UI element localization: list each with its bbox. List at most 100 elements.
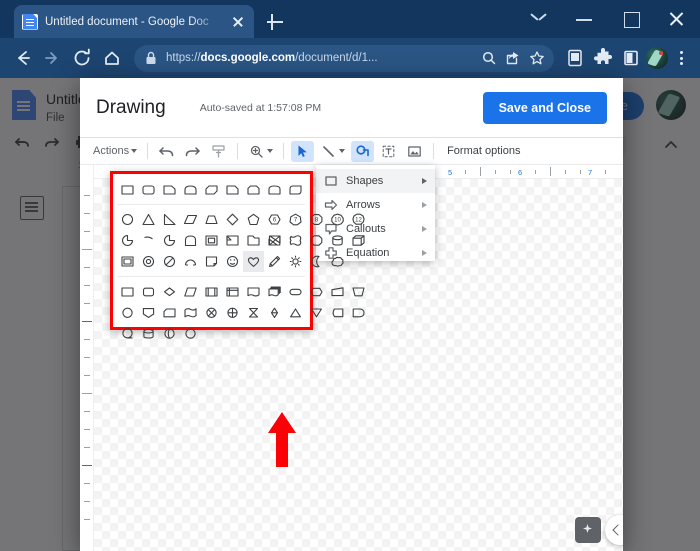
- shape-cube[interactable]: [348, 230, 369, 251]
- lock-icon[interactable]: [142, 49, 160, 67]
- shape-cross[interactable]: [285, 230, 306, 251]
- close-icon[interactable]: [654, 0, 700, 38]
- shape-folded-corner[interactable]: [201, 251, 222, 272]
- shape-flowchart-sort[interactable]: [264, 302, 285, 323]
- shape-rounded-rectangle[interactable]: [138, 179, 159, 200]
- shape-flowchart-document[interactable]: [243, 281, 264, 302]
- shape-pentagon[interactable]: [243, 209, 264, 230]
- shape-heptagon[interactable]: 7: [285, 209, 306, 230]
- explore-button[interactable]: [575, 517, 601, 543]
- shape-chord[interactable]: [138, 230, 159, 251]
- shape-cloud[interactable]: [327, 251, 348, 272]
- shape-snip-diagonal-corner-rectangle[interactable]: [201, 179, 222, 200]
- reload-icon[interactable]: [68, 44, 96, 72]
- forward-arrow-icon[interactable]: [38, 44, 66, 72]
- extensions-puzzle-icon[interactable]: [590, 45, 616, 71]
- shape-flowchart-alternate-process[interactable]: [138, 281, 159, 302]
- format-options-button[interactable]: Format options: [447, 145, 520, 157]
- shape-teardrop[interactable]: [159, 230, 180, 251]
- minimize-icon[interactable]: [562, 0, 608, 38]
- shape-frame[interactable]: [180, 230, 201, 251]
- search-icon[interactable]: [480, 49, 498, 67]
- shape-cylinder[interactable]: [327, 230, 348, 251]
- url-text[interactable]: https://docs.google.com/document/d/1...: [166, 52, 474, 64]
- shape-ellipse[interactable]: [117, 209, 138, 230]
- menu-item-shapes[interactable]: Shapes: [316, 169, 435, 193]
- save-and-close-button[interactable]: Save and Close: [482, 91, 607, 124]
- shape-half-frame[interactable]: [201, 230, 222, 251]
- text-box-tool-button[interactable]: [377, 141, 400, 162]
- chevron-down-icon[interactable]: [516, 0, 562, 38]
- shape-round-single-corner-rectangle[interactable]: [180, 179, 201, 200]
- reading-list-icon[interactable]: [562, 45, 588, 71]
- shape-snip-single-corner-rectangle[interactable]: [159, 179, 180, 200]
- shape-corner[interactable]: [222, 230, 243, 251]
- maximize-icon[interactable]: [608, 0, 654, 38]
- shape-flowchart-punched-tape[interactable]: [180, 302, 201, 323]
- shape-flowchart-or[interactable]: [222, 302, 243, 323]
- shape-right-triangle[interactable]: [159, 209, 180, 230]
- shape-flowchart-process[interactable]: [117, 281, 138, 302]
- shape-sun[interactable]: [285, 251, 306, 272]
- shape-round-same-side-corner-rectangle[interactable]: [264, 179, 285, 200]
- shape-l-shape[interactable]: [243, 230, 264, 251]
- select-tool-button[interactable]: [291, 140, 315, 162]
- shape-triangle[interactable]: [138, 209, 159, 230]
- shape-octagon[interactable]: 8: [306, 209, 327, 230]
- shape-flowchart-predefined-process[interactable]: [201, 281, 222, 302]
- profile-avatar[interactable]: [646, 47, 668, 69]
- actions-menu-button[interactable]: Actions: [90, 141, 140, 162]
- star-icon[interactable]: [528, 49, 546, 67]
- shape-flowchart-data[interactable]: [180, 281, 201, 302]
- shape-flowchart-card[interactable]: [159, 302, 180, 323]
- redo-button[interactable]: [181, 141, 204, 162]
- shape-diagonal-stripe[interactable]: [264, 230, 285, 251]
- shape-decagon[interactable]: 10: [327, 209, 348, 230]
- shape-flowchart-collate[interactable]: [243, 302, 264, 323]
- share-icon[interactable]: [504, 49, 522, 67]
- shape-flowchart-internal-storage[interactable]: [222, 281, 243, 302]
- shape-flowchart-decision[interactable]: [159, 281, 180, 302]
- shape-flowchart-manual-input[interactable]: [327, 281, 348, 302]
- shape-flowchart-terminator[interactable]: [285, 281, 306, 302]
- line-tool-button[interactable]: [317, 141, 348, 162]
- home-icon[interactable]: [98, 44, 126, 72]
- shape-flowchart-preparation[interactable]: [306, 281, 327, 302]
- shape-parallelogram[interactable]: [180, 209, 201, 230]
- shape-flowchart-stored-data[interactable]: [327, 302, 348, 323]
- shape-snip-and-round-corner-rectangle[interactable]: [222, 179, 243, 200]
- shape-diamond[interactable]: [222, 209, 243, 230]
- shape-heart[interactable]: [243, 251, 264, 272]
- shape-tool-button[interactable]: [351, 140, 375, 162]
- back-arrow-icon[interactable]: [8, 44, 36, 72]
- shape-flowchart-direct-access-storage[interactable]: [159, 323, 180, 344]
- shape-trapezoid[interactable]: [201, 209, 222, 230]
- shape-lightning-bolt[interactable]: [264, 251, 285, 272]
- shape-arc[interactable]: [180, 251, 201, 272]
- shape-no-symbol[interactable]: [159, 251, 180, 272]
- shape-flowchart-manual-operation[interactable]: [348, 281, 369, 302]
- zoom-button[interactable]: [245, 141, 276, 162]
- shape-flowchart-merge[interactable]: [306, 302, 327, 323]
- shape-dodecagon[interactable]: 12: [348, 209, 369, 230]
- shape-flowchart-display[interactable]: [180, 323, 201, 344]
- shape-flowchart-summing-junction[interactable]: [201, 302, 222, 323]
- insert-image-button[interactable]: [403, 141, 426, 162]
- shape-bevel[interactable]: [117, 251, 138, 272]
- shape-pie[interactable]: [117, 230, 138, 251]
- shape-round-diagonal-corner-rectangle[interactable]: [285, 179, 306, 200]
- shape-flowchart-delay[interactable]: [348, 302, 369, 323]
- side-panel-icon[interactable]: [618, 45, 644, 71]
- shape-smiley-face[interactable]: [222, 251, 243, 272]
- browser-tab[interactable]: Untitled document - Google Doc: [14, 5, 254, 38]
- shape-plus[interactable]: [306, 230, 327, 251]
- shape-rectangle[interactable]: [117, 179, 138, 200]
- shape-flowchart-magnetic-disk[interactable]: [138, 323, 159, 344]
- plus-icon[interactable]: [264, 11, 286, 33]
- shape-flowchart-extract[interactable]: [285, 302, 306, 323]
- shape-flowchart-multidocument[interactable]: [264, 281, 285, 302]
- shape-flowchart-off-page-connector[interactable]: [138, 302, 159, 323]
- shape-snip-same-side-corner-rectangle[interactable]: [243, 179, 264, 200]
- close-icon[interactable]: [230, 14, 246, 30]
- shape-donut[interactable]: [138, 251, 159, 272]
